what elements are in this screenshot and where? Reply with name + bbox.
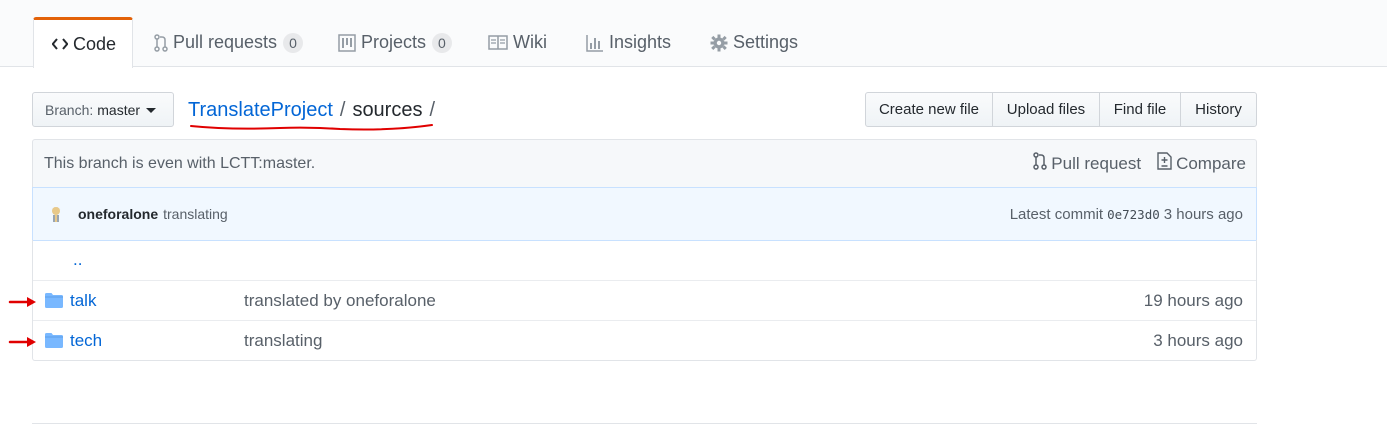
latest-commit-label: Latest commit — [1009, 205, 1104, 223]
tab-insights[interactable]: Insights — [568, 17, 689, 68]
breadcrumb-repo-link[interactable]: TranslateProject — [188, 99, 333, 122]
pull-request-link[interactable]: Pull request — [1033, 152, 1141, 175]
find-file-button[interactable]: Find file — [1099, 92, 1181, 127]
red-arrow-annotation — [8, 297, 36, 307]
gear-icon — [710, 34, 728, 52]
tab-projects[interactable]: Projects 0 — [320, 17, 470, 68]
tab-label: Wiki — [513, 32, 547, 52]
file-commit-message-link[interactable]: translated by oneforalone — [244, 291, 436, 311]
diff-icon — [1157, 152, 1172, 175]
red-arrow-annotation — [8, 337, 36, 347]
graph-icon — [586, 34, 604, 52]
branch-infobar: This branch is even with LCTT:master. Pu… — [32, 139, 1257, 188]
commit-author-link[interactable]: oneforalone — [78, 206, 158, 222]
compare-label: Compare — [1176, 153, 1246, 173]
branch-name: master — [97, 101, 141, 118]
commit-sha-link[interactable]: 0e723d0 — [1107, 207, 1160, 222]
upload-files-button[interactable]: Upload files — [992, 92, 1100, 127]
table-row: talk translated by oneforalone 19 hours … — [33, 280, 1256, 320]
breadcrumb: TranslateProject / sources / — [188, 96, 442, 124]
tab-code[interactable]: Code — [33, 17, 133, 68]
pull-request-label: Pull request — [1051, 153, 1142, 173]
file-actions-group: Create new file Upload files Find file H… — [865, 92, 1257, 127]
folder-icon — [45, 333, 63, 353]
breadcrumb-separator: / — [339, 98, 346, 121]
compare-link[interactable]: Compare — [1157, 152, 1246, 175]
divider — [32, 423, 1257, 424]
project-icon — [338, 33, 356, 52]
file-list: .. talk translated by oneforalone 19 hou… — [32, 240, 1257, 361]
tab-label: Insights — [609, 32, 672, 52]
git-pull-request-icon — [1033, 152, 1048, 175]
branch-status-text: This branch is even with LCTT:master. — [44, 154, 316, 172]
commit-tease: oneforalone translating Latest commit 0e… — [32, 187, 1257, 241]
tab-pull-requests[interactable]: Pull requests 0 — [136, 17, 321, 68]
commit-message-link[interactable]: translating — [163, 206, 228, 222]
parent-dir-link[interactable]: .. — [73, 250, 82, 270]
branch-infobar-actions: Pull request Compare — [1033, 140, 1246, 187]
tab-wiki[interactable]: Wiki — [470, 17, 565, 68]
caret-down-icon — [146, 108, 157, 113]
table-row-parent: .. — [33, 240, 1256, 280]
projects-count: 0 — [432, 32, 452, 53]
file-name-link[interactable]: tech — [70, 331, 102, 351]
breadcrumb-trailing-separator: / — [429, 98, 436, 121]
avatar[interactable] — [46, 204, 66, 224]
code-icon — [52, 37, 68, 51]
file-age: 19 hours ago — [1143, 290, 1243, 310]
latest-commit-info: Latest commit 0e723d0 3 hours ago — [1010, 188, 1243, 240]
file-age: 3 hours ago — [1153, 330, 1243, 350]
create-new-file-button[interactable]: Create new file — [865, 92, 993, 127]
branch-select-button[interactable]: Branch: master — [32, 92, 174, 127]
tab-label: Settings — [733, 32, 799, 52]
tab-label: Projects — [361, 32, 427, 52]
book-icon — [488, 35, 508, 50]
breadcrumb-current-dir: sources — [352, 98, 423, 121]
tab-label: Pull requests — [173, 32, 278, 52]
red-underline-annotation — [190, 124, 433, 131]
tab-label: Code — [73, 33, 117, 54]
commit-age: 3 hours ago — [1163, 205, 1243, 223]
file-name-link[interactable]: talk — [70, 291, 96, 311]
history-button[interactable]: History — [1180, 92, 1257, 127]
git-pull-request-icon — [154, 33, 168, 52]
folder-icon — [45, 293, 63, 313]
branch-prefix: Branch: — [45, 101, 94, 118]
table-row: tech translating 3 hours ago — [33, 320, 1256, 360]
file-commit-message-link[interactable]: translating — [244, 331, 322, 351]
pull-requests-count: 0 — [283, 32, 303, 53]
tab-settings[interactable]: Settings — [692, 17, 816, 68]
repo-nav: Code Pull requests 0 Projects 0 Wiki Ins… — [0, 0, 1387, 68]
